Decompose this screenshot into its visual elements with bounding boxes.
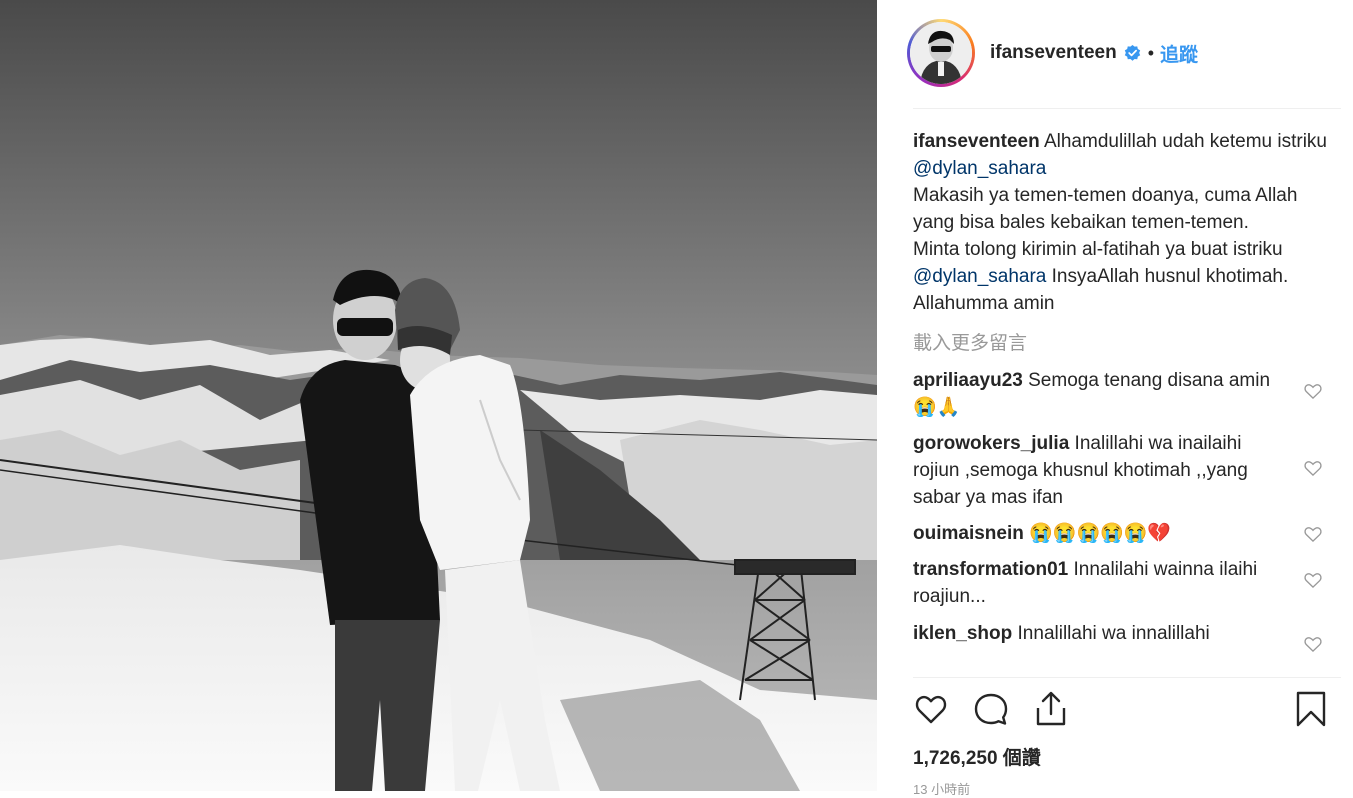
avatar-story-ring[interactable] [907, 19, 975, 87]
avatar-image [910, 22, 972, 84]
comment-like-heart-icon[interactable] [1303, 458, 1323, 478]
comment-username[interactable]: apriliaayu23 [913, 370, 1023, 391]
comment-username[interactable]: gorowokers_julia [913, 433, 1069, 454]
comment-username[interactable]: transformation01 [913, 559, 1068, 580]
actions-divider [913, 677, 1341, 678]
share-icon[interactable] [1033, 690, 1069, 728]
heart-icon[interactable] [913, 690, 949, 728]
caption-mention-2[interactable]: @dylan_sahara [913, 266, 1046, 287]
post-actions [913, 690, 1329, 730]
verified-badge-icon [1124, 44, 1140, 61]
header-divider [913, 108, 1341, 109]
comment-text: 😭😭😭😭😭💔 [1023, 523, 1172, 544]
caption-mention-1[interactable]: @dylan_sahara [913, 158, 1046, 179]
comment-username[interactable]: iklen_shop [913, 623, 1012, 644]
caption-text-3: Minta tolong kirimin al-fatihah ya buat … [913, 239, 1283, 260]
load-more-comments-button[interactable]: 載入更多留言 [913, 331, 1343, 356]
comment-username[interactable]: ouimaisnein [913, 523, 1024, 544]
comment-text: Innalillahi wa innalillahi [1012, 623, 1210, 644]
separator-dot: • [1147, 42, 1155, 63]
post-timestamp[interactable]: 13 小時前 [913, 779, 970, 798]
comments-list[interactable]: ifanseventeen Alhamdulillah udah ketemu … [913, 128, 1343, 676]
post-caption: ifanseventeen Alhamdulillah udah ketemu … [913, 128, 1343, 317]
post-photo-image [0, 0, 877, 791]
comment-like-heart-icon[interactable] [1303, 381, 1323, 401]
comment-item: iklen_shop Innalillahi wa innalillahi [913, 620, 1343, 653]
comment-like-heart-icon[interactable] [1303, 634, 1323, 654]
caption-username[interactable]: ifanseventeen [913, 131, 1040, 152]
comment-item: apriliaayu23 Semoga tenang disana amin 😭… [913, 367, 1343, 421]
post-header: ifanseventeen • 追蹤 [907, 13, 1198, 93]
bookmark-icon[interactable] [1293, 690, 1329, 728]
caption-text-2: Makasih ya temen-temen doanya, cuma Alla… [913, 185, 1298, 233]
avatar[interactable] [910, 22, 972, 84]
comment-like-heart-icon[interactable] [1303, 570, 1323, 590]
post-panel: ifanseventeen • 追蹤 ifanseventeen Alhamdu… [877, 0, 1353, 797]
comment-bubble-icon[interactable] [973, 690, 1009, 728]
post-username[interactable]: ifanseventeen [990, 42, 1117, 64]
post-photo[interactable] [0, 0, 877, 791]
comment-item: gorowokers_julia Inalillahi wa inailaihi… [913, 430, 1343, 511]
follow-button[interactable]: 追蹤 [1160, 40, 1198, 67]
likes-count[interactable]: 1,726,250 個讚 [913, 743, 1041, 770]
comment-like-heart-icon[interactable] [1303, 524, 1323, 544]
comment-item: ouimaisnein 😭😭😭😭😭💔 [913, 520, 1343, 547]
comment-item: transformation01 Innalilahi wainna ilaih… [913, 556, 1343, 610]
caption-text-1: Alhamdulillah udah ketemu istriku [1039, 131, 1327, 152]
